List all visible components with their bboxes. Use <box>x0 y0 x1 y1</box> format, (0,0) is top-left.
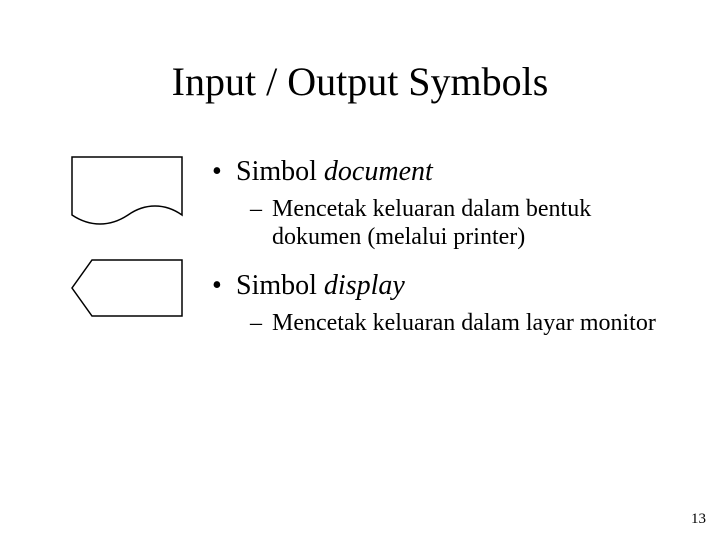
bullet-document-desc: Mencetak keluaran dalam bentuk dokumen (… <box>210 195 680 252</box>
slide: Input / Output Symbols Simbol document M… <box>0 0 720 540</box>
bullet-document: Simbol document <box>210 155 680 189</box>
content-area: Simbol document Mencetak keluaran dalam … <box>210 155 680 355</box>
bullet-display: Simbol display <box>210 269 680 303</box>
slide-title: Input / Output Symbols <box>0 58 720 105</box>
bullet-document-em: document <box>324 156 433 187</box>
bullet-document-prefix: Simbol <box>236 156 324 187</box>
display-symbol-icon <box>70 258 185 318</box>
document-symbol-icon <box>70 155 185 235</box>
bullet-display-prefix: Simbol <box>236 270 324 301</box>
page-number: 13 <box>691 511 706 528</box>
bullet-display-em: display <box>324 270 405 301</box>
bullet-display-desc: Mencetak keluaran dalam layar monitor <box>210 309 680 337</box>
